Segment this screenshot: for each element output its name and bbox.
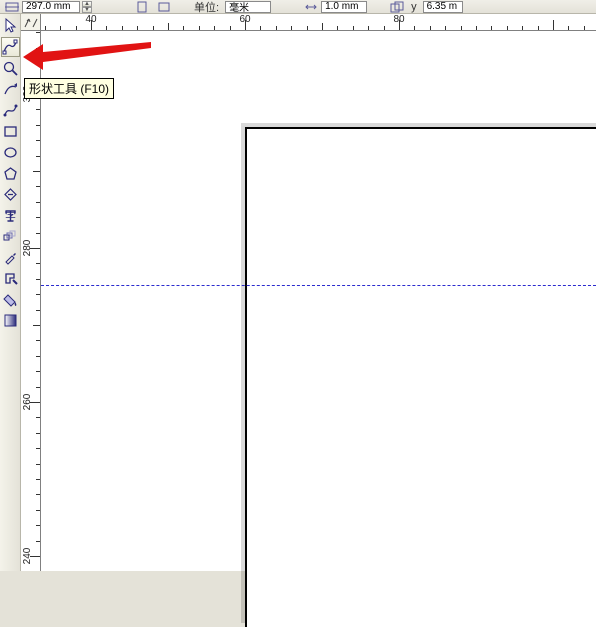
rectangle-tool[interactable] — [1, 121, 20, 141]
ellipse-tool[interactable] — [1, 142, 20, 162]
landscape-icon[interactable] — [156, 1, 172, 13]
cursor-y-label: y — [411, 1, 417, 13]
nudge-x-field[interactable]: 1.0 mm — [303, 1, 367, 13]
fill-tool[interactable] — [1, 289, 20, 309]
horizontal-guideline[interactable] — [41, 285, 596, 286]
paper-width-icon — [4, 1, 20, 13]
interactive-fill-tool[interactable] — [1, 310, 20, 330]
nudge-x-value[interactable]: 1.0 mm — [321, 1, 367, 13]
horizontal-ruler[interactable]: 40 60 80 — [41, 14, 596, 31]
ruler-label: 40 — [85, 14, 96, 25]
shape-tool[interactable] — [1, 37, 20, 57]
ruler-origin-corner[interactable] — [21, 14, 41, 31]
nudge-x-icon — [303, 1, 319, 13]
toolbox: 字 — [0, 14, 21, 571]
tool-tooltip: 形状工具 (F10) — [24, 78, 114, 99]
cursor-y-value: 6.35 m — [423, 1, 463, 13]
units-dropdown[interactable]: 毫米 — [225, 1, 271, 13]
polygon-tool[interactable] — [1, 163, 20, 183]
page-rectangle — [245, 127, 596, 627]
paper-width-field[interactable]: 297.0 mm ▲▼ — [4, 1, 92, 13]
interactive-blend-tool[interactable] — [1, 226, 20, 246]
vertical-ruler[interactable]: 300280260240 — [21, 31, 41, 571]
ruler-label: 80 — [393, 14, 404, 25]
ruler-label: 260 — [22, 394, 33, 411]
pick-tool[interactable] — [1, 16, 20, 36]
text-tool[interactable]: 字 — [1, 205, 20, 225]
svg-text:字: 字 — [5, 209, 16, 223]
bezier-tool[interactable] — [1, 100, 20, 120]
ruler-label: 240 — [22, 548, 33, 565]
eyedropper-tool[interactable] — [1, 247, 20, 267]
paper-width-spinner[interactable]: ▲▼ — [82, 1, 92, 13]
drawing-canvas[interactable] — [41, 31, 596, 571]
ruler-label: 280 — [22, 240, 33, 257]
basic-shapes-tool[interactable] — [1, 184, 20, 204]
duplicate-distance-icon[interactable] — [389, 1, 405, 13]
ruler-label: 60 — [239, 14, 250, 25]
paper-width-value[interactable]: 297.0 mm — [22, 1, 80, 13]
freehand-tool[interactable] — [1, 79, 20, 99]
property-bar: 297.0 mm ▲▼ 单位: 毫米 1.0 mm y 6.35 m — [0, 0, 596, 14]
units-label: 单位: — [194, 0, 219, 15]
zoom-tool[interactable] — [1, 58, 20, 78]
portrait-icon[interactable] — [134, 1, 150, 13]
outline-tool[interactable] — [1, 268, 20, 288]
